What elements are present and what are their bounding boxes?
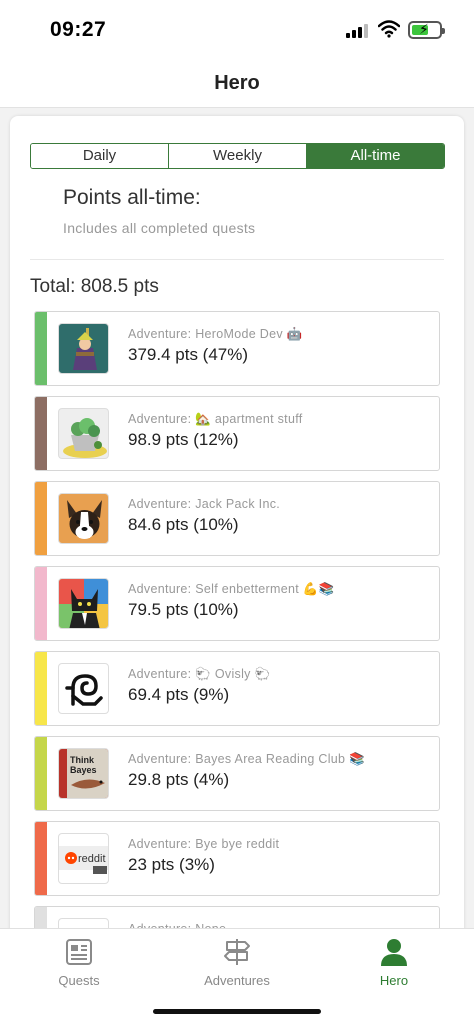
adventure-name: Adventure: Self enbetterment 💪📚	[128, 582, 335, 596]
signpost-icon	[224, 939, 250, 965]
tab-all-time[interactable]: All-time	[307, 144, 444, 168]
adventure-name: Adventure: 🏡 apartment stuff	[128, 412, 303, 426]
charging-bolt-icon: ⚡	[419, 21, 429, 37]
adventure-color-stripe	[35, 822, 47, 895]
adventure-color-stripe	[35, 312, 47, 385]
ram-glyph-icon	[58, 663, 109, 714]
adventure-row[interactable]: Think Bayes Adventure: Bayes Area Readin…	[34, 736, 440, 811]
reddit-logo-icon: reddit	[58, 833, 109, 884]
adventure-points: 23 pts (3%)	[128, 855, 215, 874]
wizard-avatar-icon	[58, 323, 109, 374]
adventure-points: 379.4 pts (47%)	[128, 345, 249, 364]
battery-icon: ⚡	[408, 21, 445, 39]
adventure-row[interactable]: Adventure: 🏡 apartment stuff 98.9 pts (1…	[34, 396, 440, 471]
adventure-color-stripe	[35, 567, 47, 640]
person-icon	[381, 939, 407, 966]
adventure-name: Adventure: Bye bye reddit	[128, 837, 280, 851]
adventure-name: Adventure: Bayes Area Reading Club 📚	[128, 752, 365, 766]
adventure-row[interactable]: Adventure: HeroMode Dev 🤖 379.4 pts (47%…	[34, 311, 440, 386]
cat-in-suit-icon	[58, 578, 109, 629]
corgi-dog-icon	[58, 493, 109, 544]
svg-text:Think: Think	[70, 755, 95, 765]
tab-quests-label: Quests	[58, 973, 100, 988]
tab-hero-label: Hero	[379, 973, 409, 988]
points-subheading: Includes all completed quests	[63, 220, 256, 236]
tab-adventures[interactable]: Adventures	[177, 937, 297, 988]
adventure-color-stripe	[35, 482, 47, 555]
tab-quests[interactable]: Quests	[19, 937, 139, 988]
page-title: Hero	[214, 72, 260, 94]
svg-text:Bayes: Bayes	[70, 765, 97, 775]
adventure-row[interactable]: Adventure: Jack Pack Inc. 84.6 pts (10%)	[34, 481, 440, 556]
adventure-points: 69.4 pts (9%)	[128, 685, 230, 704]
svg-text:reddit: reddit	[78, 853, 106, 865]
divider	[30, 259, 444, 260]
tab-hero[interactable]: Hero	[334, 937, 454, 988]
hero-points-card: Daily Weekly All-time Points all-time: I…	[10, 116, 464, 946]
period-selector: Daily Weekly All-time	[30, 143, 445, 169]
adventure-points: 98.9 pts (12%)	[128, 430, 239, 449]
home-indicator	[153, 1009, 321, 1014]
adventure-row[interactable]: Adventure: Self enbetterment 💪📚 79.5 pts…	[34, 566, 440, 641]
adventure-name: Adventure: Jack Pack Inc.	[128, 497, 281, 511]
adventure-name: Adventure: 🐑 Ovisly 🐑	[128, 667, 271, 681]
status-time: 09:27	[50, 18, 107, 41]
adventure-color-stripe	[35, 737, 47, 810]
adventure-points: 29.8 pts (4%)	[128, 770, 230, 789]
tab-daily[interactable]: Daily	[31, 144, 169, 168]
adventure-list: Adventure: HeroMode Dev 🤖 379.4 pts (47%…	[34, 311, 440, 946]
adventure-points: 79.5 pts (10%)	[128, 600, 239, 619]
succulent-plant-icon	[58, 408, 109, 459]
wifi-icon	[378, 20, 400, 38]
adventure-row[interactable]: Adventure: 🐑 Ovisly 🐑 69.4 pts (9%)	[34, 651, 440, 726]
cellular-signal-icon	[346, 24, 370, 38]
adventure-row[interactable]: reddit Adventure: Bye bye reddit 23 pts …	[34, 821, 440, 896]
adventure-points: 84.6 pts (10%)	[128, 515, 239, 534]
adventure-color-stripe	[35, 397, 47, 470]
adventure-color-stripe	[35, 652, 47, 725]
tab-adventures-label: Adventures	[204, 973, 270, 988]
newspaper-icon	[66, 939, 92, 965]
navigation-bar: Hero	[0, 62, 474, 108]
adventure-name: Adventure: HeroMode Dev 🤖	[128, 327, 303, 341]
tab-weekly[interactable]: Weekly	[169, 144, 307, 168]
points-heading: Points all-time:	[63, 186, 201, 209]
status-bar: 09:27 ⚡	[0, 0, 474, 62]
think-bayes-book-icon: Think Bayes	[58, 748, 109, 799]
total-points: Total: 808.5 pts	[30, 276, 159, 297]
